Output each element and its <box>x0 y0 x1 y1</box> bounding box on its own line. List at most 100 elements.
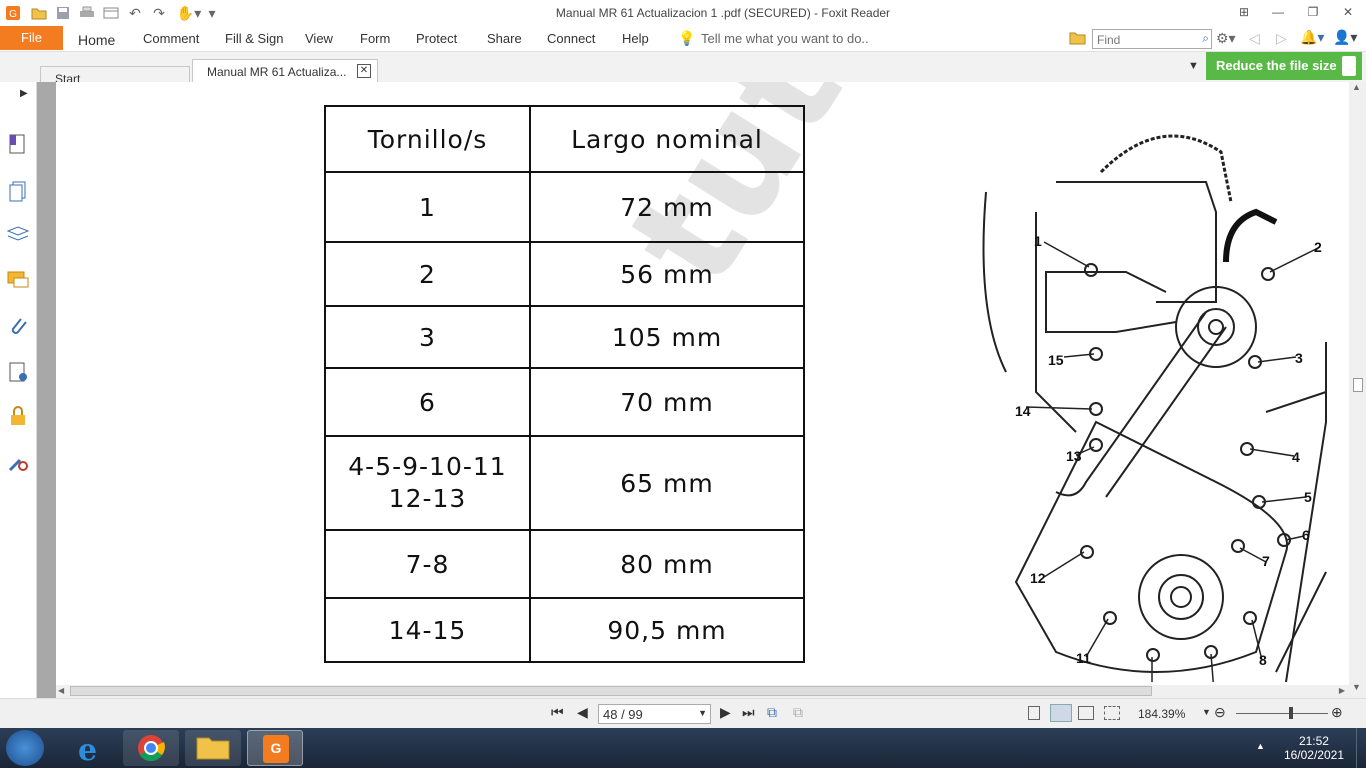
scroll-right-icon[interactable]: ▶ <box>1339 686 1345 695</box>
diagram-label-3: 3 <box>1295 350 1303 366</box>
menu-comment[interactable]: Comment <box>143 31 199 46</box>
menu-protect[interactable]: Protect <box>416 31 457 46</box>
horizontal-scroll-thumb[interactable] <box>70 686 1152 696</box>
zoom-slider-thumb[interactable] <box>1289 707 1293 719</box>
next-view-icon[interactable]: ▷ <box>1276 30 1287 47</box>
menu-view[interactable]: View <box>305 31 333 46</box>
find-input[interactable]: Find ⌕ <box>1092 29 1212 49</box>
security-lock-icon[interactable] <box>6 404 30 428</box>
horizontal-scrollbar[interactable]: ◀ ▶ <box>56 685 1349 698</box>
menu-help[interactable]: Help <box>622 31 649 46</box>
page-margin-gray <box>37 82 56 698</box>
close-window-button[interactable]: ✕ <box>1338 3 1358 21</box>
bolt-cell: 2 <box>324 241 531 307</box>
svg-text:e: e <box>78 733 97 766</box>
scroll-up-icon[interactable]: ▲ <box>1352 82 1361 92</box>
zoom-slider-track[interactable] <box>1236 713 1328 714</box>
search-folder-icon[interactable] <box>1069 30 1087 49</box>
previous-view-icon[interactable]: ◁ <box>1249 30 1260 47</box>
previous-view-nav-icon[interactable]: ⧉ <box>767 704 777 721</box>
layers-icon[interactable] <box>6 222 30 246</box>
continuous-facing-view-icon[interactable] <box>1104 706 1120 720</box>
table-row: 2 56 mm <box>324 241 805 307</box>
page-dropdown-icon[interactable]: ▼ <box>698 708 707 718</box>
status-bar: ⏮ ◀ 48 / 99 ▼ ▶ ⏭ ⧉ ⧉ 184.39% ▼ ⊖ ⊕ <box>0 698 1366 728</box>
start-button[interactable] <box>6 730 44 766</box>
menu-connect[interactable]: Connect <box>547 31 595 46</box>
bookmarks-icon[interactable] <box>6 132 30 156</box>
table-row: 3 105 mm <box>324 305 805 369</box>
settings-gear-icon[interactable]: ⚙▾ <box>1216 30 1236 47</box>
document-viewport: tutorino. Tornillo/s Largo nominal 1 72 … <box>56 82 1349 685</box>
engine-diagram: 1 2 3 4 5 6 7 8 9 10 11 12 13 14 15 <box>982 134 1327 682</box>
table-row: 6 70 mm <box>324 367 805 437</box>
zoom-out-icon[interactable]: ⊖ <box>1214 704 1226 721</box>
search-icon[interactable]: ⌕ <box>1202 31 1209 46</box>
attachments-icon[interactable] <box>6 314 30 338</box>
internet-explorer-icon[interactable]: e <box>62 730 118 768</box>
show-desktop-button[interactable] <box>1356 728 1366 768</box>
show-hidden-icons-icon[interactable]: ▲ <box>1256 741 1265 751</box>
vertical-scrollbar[interactable]: ▲ ▼ <box>1349 82 1366 698</box>
next-page-icon[interactable]: ▶ <box>720 704 731 721</box>
table-row: 4-5-9-10-11 12-13 65 mm <box>324 435 805 531</box>
navigation-panel: ▶ <box>0 82 38 698</box>
tell-me-search[interactable]: Tell me what you want to do.. <box>701 31 869 46</box>
last-page-icon[interactable]: ⏭ <box>742 704 755 721</box>
facing-view-icon[interactable] <box>1078 706 1094 720</box>
system-clock[interactable]: 21:52 16/02/2021 <box>1284 734 1344 762</box>
title-bar: G ↶ ↷ ✋▾ ▾ Manual MR 61 Actualizacion 1 … <box>0 0 1366 26</box>
menu-fill-sign[interactable]: Fill & Sign <box>225 31 284 46</box>
next-view-nav-icon[interactable]: ⧉ <box>793 704 803 721</box>
chrome-icon[interactable] <box>123 730 179 766</box>
close-tab-icon[interactable]: ✕ <box>357 64 371 78</box>
length-cell: 80 mm <box>529 529 805 599</box>
tab-list-dropdown-icon[interactable]: ▼ <box>1188 60 1199 72</box>
reduce-file-size-button[interactable]: Reduce the file size <box>1206 52 1362 80</box>
zoom-dropdown-icon[interactable]: ▼ <box>1202 707 1211 717</box>
start-tab[interactable]: Start <box>40 59 190 89</box>
diagram-label-14: 14 <box>1015 403 1031 419</box>
diagram-label-6: 6 <box>1302 527 1310 543</box>
comments-icon[interactable] <box>6 268 30 292</box>
bolt-cell: 14-15 <box>324 597 531 663</box>
signatures-icon[interactable] <box>6 360 30 384</box>
zoom-level[interactable]: 184.39% <box>1138 707 1185 721</box>
length-cell: 70 mm <box>529 367 805 437</box>
foxit-reader-taskbar-icon[interactable]: G <box>247 730 303 766</box>
header-bolt: Tornillo/s <box>324 105 531 173</box>
file-explorer-icon[interactable] <box>185 730 241 766</box>
scroll-down-icon[interactable]: ▼ <box>1352 682 1361 692</box>
previous-page-icon[interactable]: ◀ <box>577 704 588 721</box>
windows-taskbar: e G ▲ 21:52 16/02/2021 <box>0 728 1366 768</box>
file-menu-button[interactable]: File <box>0 26 63 50</box>
bolt-cell: 3 <box>324 305 531 369</box>
zoom-in-icon[interactable]: ⊕ <box>1331 704 1343 721</box>
reduce-file-size-label: Reduce the file size <box>1216 58 1337 73</box>
page-thumbnails-icon[interactable] <box>6 178 30 202</box>
minimize-button[interactable]: — <box>1268 3 1288 21</box>
table-row: 14-15 90,5 mm <box>324 597 805 663</box>
certify-icon[interactable] <box>6 450 30 474</box>
length-cell: 65 mm <box>529 435 805 531</box>
tab-document[interactable]: Manual MR 61 Actualiza... ✕ <box>192 59 378 82</box>
diagram-label-2: 2 <box>1314 239 1322 255</box>
ribbon-display-icon[interactable]: ⊞ <box>1234 3 1254 21</box>
account-icon[interactable]: 👤▾ <box>1333 29 1357 46</box>
scroll-left-icon[interactable]: ◀ <box>58 686 64 695</box>
expand-panel-icon[interactable]: ▶ <box>20 88 28 99</box>
menu-share[interactable]: Share <box>487 31 522 46</box>
bolt-cell: 1 <box>324 171 531 243</box>
bolt-length-table: Tornillo/s Largo nominal 1 72 mm 2 56 mm… <box>324 105 805 663</box>
vertical-scroll-thumb[interactable] <box>1353 378 1363 392</box>
page-number-input[interactable]: 48 / 99 ▼ <box>598 704 711 724</box>
continuous-view-icon[interactable] <box>1050 704 1072 722</box>
tab-document-label: Manual MR 61 Actualiza... <box>207 65 347 79</box>
single-page-view-icon[interactable] <box>1028 706 1040 720</box>
menu-form[interactable]: Form <box>360 31 390 46</box>
ribbon-menu: File Home Comment Fill & Sign View Form … <box>0 26 1366 52</box>
notification-bell-icon[interactable]: 🔔▾ <box>1300 29 1324 46</box>
maximize-button[interactable]: ❐ <box>1303 3 1323 21</box>
menu-home[interactable]: Home <box>78 32 115 48</box>
first-page-icon[interactable]: ⏮ <box>551 704 564 721</box>
